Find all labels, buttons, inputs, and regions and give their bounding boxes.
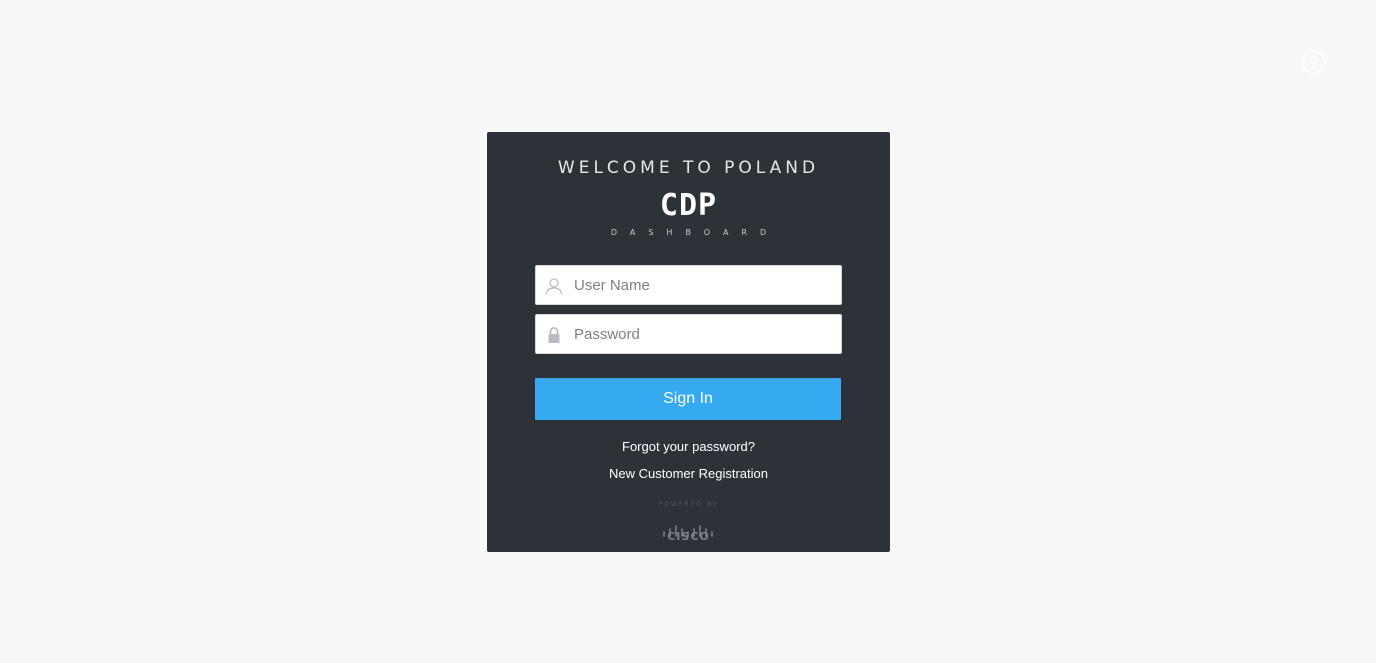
forgot-password-link[interactable]: Forgot your password? bbox=[487, 439, 890, 454]
password-field bbox=[535, 314, 842, 354]
help-button[interactable] bbox=[1302, 50, 1326, 74]
cdp-logo: CDP bbox=[659, 188, 718, 223]
powered-by-label: POWERED BY bbox=[658, 501, 719, 508]
login-card: WELCOME TO POLAND CDP DASHBOARD Sign In … bbox=[487, 132, 890, 552]
welcome-heading: WELCOME TO POLAND bbox=[557, 158, 820, 178]
username-field bbox=[535, 265, 842, 305]
new-customer-registration-link[interactable]: New Customer Registration bbox=[487, 466, 890, 481]
user-icon bbox=[545, 278, 563, 295]
cdp-logo-subtitle: DASHBOARD bbox=[610, 228, 780, 237]
lock-icon bbox=[548, 327, 560, 343]
password-input[interactable] bbox=[574, 315, 834, 353]
sign-in-button[interactable]: Sign In bbox=[535, 378, 841, 420]
help-circle-icon bbox=[1302, 50, 1326, 74]
username-input[interactable] bbox=[574, 266, 834, 304]
cisco-wordmark: CISCO bbox=[667, 530, 710, 543]
